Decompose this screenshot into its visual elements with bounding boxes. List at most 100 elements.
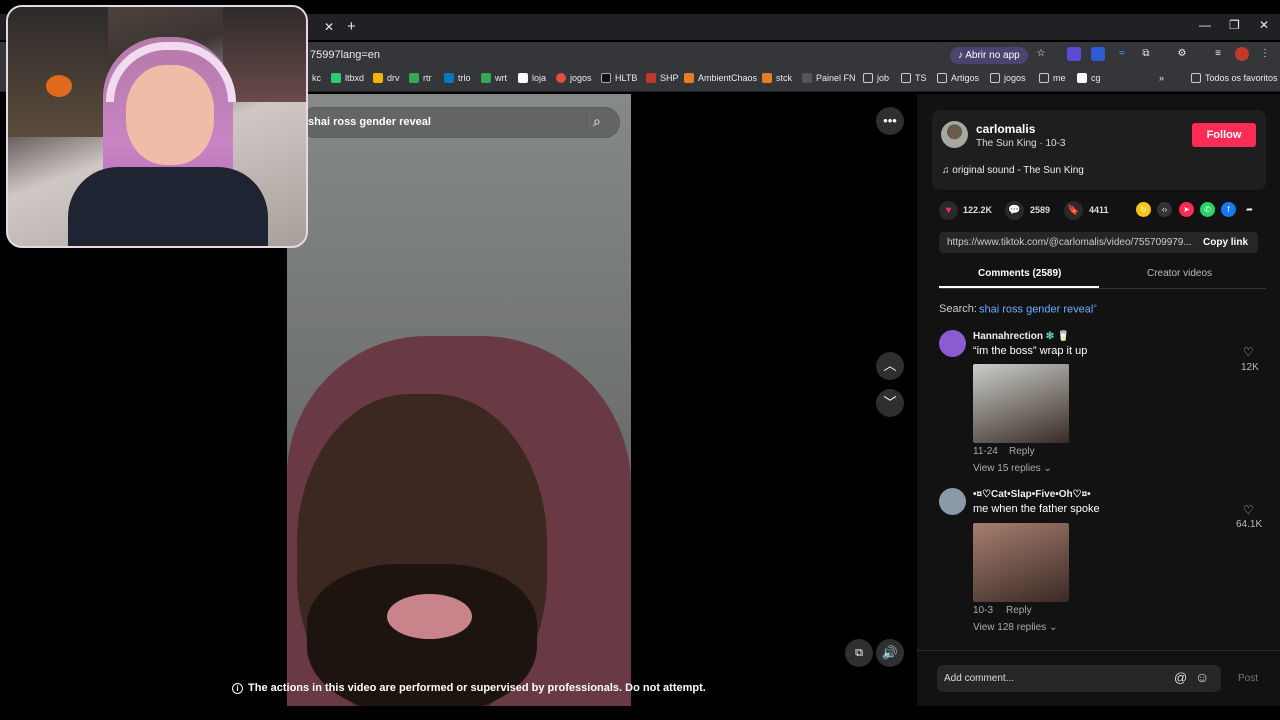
comment-search-query[interactable]: shai ross gender reveal⌕ — [979, 303, 1097, 316]
comment-username[interactable]: •¤♡Cat•Slap•Five•Oh♡¤• — [973, 489, 1091, 500]
webcam-pumpkin — [46, 75, 72, 97]
folder-icon — [901, 73, 911, 83]
comment-like-icon[interactable]: ♡ — [1243, 503, 1254, 517]
webcam-person-shirt — [68, 167, 268, 246]
comment-like-count: 64.1K — [1236, 519, 1263, 530]
reply-button[interactable]: Reply — [1006, 605, 1032, 616]
folder-icon — [937, 73, 947, 83]
letterboxd-icon — [331, 73, 341, 83]
comment-icon[interactable]: 💬 — [1005, 201, 1024, 220]
comment-user-badges: ❇ 🥛 — [1045, 331, 1070, 342]
creator-username[interactable]: carlomalis — [976, 122, 1035, 136]
bookmark-rtr[interactable]: rtr — [409, 73, 432, 83]
comment-image[interactable] — [973, 523, 1069, 602]
shop-icon — [646, 73, 656, 83]
bookmark-stck[interactable]: stck — [762, 73, 792, 83]
copy-link-button[interactable]: Copy link — [1203, 237, 1248, 248]
media-icon[interactable]: ≡ — [1211, 47, 1225, 61]
bookmark-hltb[interactable]: HLTB — [601, 73, 637, 83]
post-button[interactable]: Post — [1238, 673, 1258, 684]
minimize-icon[interactable]: — — [1199, 18, 1211, 32]
embed-icon[interactable]: ‹› — [1157, 202, 1172, 217]
view-replies-text: View 128 replies — [973, 622, 1047, 633]
bookmark-me[interactable]: me — [1039, 73, 1066, 83]
tab-comments[interactable]: Comments (2589) — [978, 268, 1061, 279]
follow-button[interactable]: Follow — [1192, 123, 1256, 147]
bookmark-jogos[interactable]: jogos — [556, 73, 592, 83]
extension-3-icon[interactable]: ≈ — [1115, 47, 1129, 61]
comment-username-text: Hannahrection — [973, 331, 1044, 342]
bookmark-painel-fn[interactable]: Painel FN — [802, 73, 856, 83]
creator-avatar[interactable] — [941, 121, 968, 148]
comment-image[interactable] — [973, 364, 1069, 443]
search-divider — [586, 113, 587, 132]
restore-icon[interactable]: ❐ — [1229, 18, 1240, 32]
star-icon[interactable]: ☆ — [1034, 47, 1048, 61]
share-arrow-icon[interactable]: ➦ — [1242, 202, 1257, 217]
whatsapp-icon[interactable]: ✆ — [1200, 202, 1215, 217]
extension-4-icon[interactable]: ⚙ — [1175, 47, 1189, 61]
webcam-shelf — [8, 7, 108, 137]
comment-date: 11-24 — [973, 446, 998, 457]
comment-avatar[interactable] — [939, 488, 966, 515]
send-icon[interactable]: ➤ — [1179, 202, 1194, 217]
close-window-icon[interactable]: ✕ — [1259, 18, 1269, 32]
puzzle-icon[interactable]: ⧉ — [1139, 47, 1153, 61]
link-icon — [802, 73, 812, 83]
comment-avatar[interactable] — [939, 330, 966, 357]
bookmark-shp[interactable]: SHP — [646, 73, 679, 83]
comment-like-count: 12K — [1241, 362, 1259, 373]
next-video-icon[interactable]: ﹀ — [876, 389, 904, 417]
games-icon — [556, 73, 566, 83]
search-input-text: shai ross gender reveal — [308, 116, 431, 128]
extension-2-icon[interactable] — [1091, 47, 1105, 61]
bookmark-ambientchaos[interactable]: AmbientChaos — [684, 73, 757, 83]
extension-1-icon[interactable] — [1067, 47, 1081, 61]
bookmark-cg[interactable]: cg — [1077, 73, 1101, 83]
bookmark-drv[interactable]: drv — [373, 73, 400, 83]
comment-username[interactable]: Hannahrection ❇ 🥛 — [973, 331, 1069, 342]
sound-link[interactable]: ♫ original sound - The Sun King — [942, 165, 1084, 176]
new-tab-icon[interactable]: + — [347, 18, 356, 35]
bookmark-job[interactable]: job — [863, 73, 889, 83]
tab-close-icon[interactable]: ✕ — [324, 20, 334, 34]
mention-icon[interactable]: @ — [1174, 670, 1187, 685]
video-link-text[interactable]: https://www.tiktok.com/@carlomalis/video… — [947, 237, 1192, 248]
all-bookmarks[interactable]: Todos os favoritos — [1191, 73, 1278, 83]
stack-icon — [762, 73, 772, 83]
view-replies-text: View 15 replies — [973, 463, 1041, 474]
reply-button[interactable]: Reply — [1009, 446, 1035, 457]
bookmark-ltbxd[interactable]: ltbxd — [331, 73, 364, 83]
volume-icon[interactable]: 🔊 — [876, 639, 904, 667]
menu-kebab-icon[interactable]: ⋮ — [1258, 47, 1272, 61]
bookmark-ts[interactable]: TS — [901, 73, 927, 83]
like-icon[interactable]: ♥ — [939, 201, 958, 220]
active-tab-indicator — [939, 286, 1099, 288]
search-icon[interactable]: ⌕ — [593, 113, 611, 131]
bookmark-trlo[interactable]: trlo — [444, 73, 471, 83]
bookmark-jogos-folder[interactable]: jogos — [990, 73, 1026, 83]
more-options-icon[interactable]: ••• — [876, 107, 904, 135]
open-in-app-button[interactable]: ♪ Abrir no app — [950, 47, 1028, 64]
facebook-icon[interactable]: f — [1221, 202, 1236, 217]
folder-icon — [863, 73, 873, 83]
comment-search-label: Search: — [939, 303, 977, 315]
bookmarks-overflow-icon[interactable]: » — [1159, 73, 1164, 83]
previous-video-icon[interactable]: ︿ — [876, 352, 904, 380]
comment-like-icon[interactable]: ♡ — [1243, 345, 1254, 359]
bookmark-wrt[interactable]: wrt — [481, 73, 507, 83]
music-note-icon: ♫ — [942, 165, 950, 176]
emoji-icon[interactable]: ☺ — [1195, 669, 1209, 685]
floating-player-icon[interactable]: ⧉ — [845, 639, 873, 667]
view-replies-button[interactable]: View 128 replies ⌄ — [973, 622, 1057, 633]
tab-creator-videos[interactable]: Creator videos — [1147, 268, 1212, 279]
bookmark-artigos[interactable]: Artigos — [937, 73, 979, 83]
bookmark-icon[interactable]: 🔖 — [1064, 201, 1083, 220]
repost-icon[interactable]: ↻ — [1136, 202, 1151, 217]
video-player[interactable] — [287, 94, 631, 706]
bookmark-loja[interactable]: loja — [518, 73, 546, 83]
profile-avatar[interactable] — [1235, 47, 1249, 61]
url-text[interactable]: 75997lang=en — [310, 49, 380, 61]
bookmark-kc[interactable]: kc — [312, 73, 321, 83]
view-replies-button[interactable]: View 15 replies ⌄ — [973, 463, 1052, 474]
